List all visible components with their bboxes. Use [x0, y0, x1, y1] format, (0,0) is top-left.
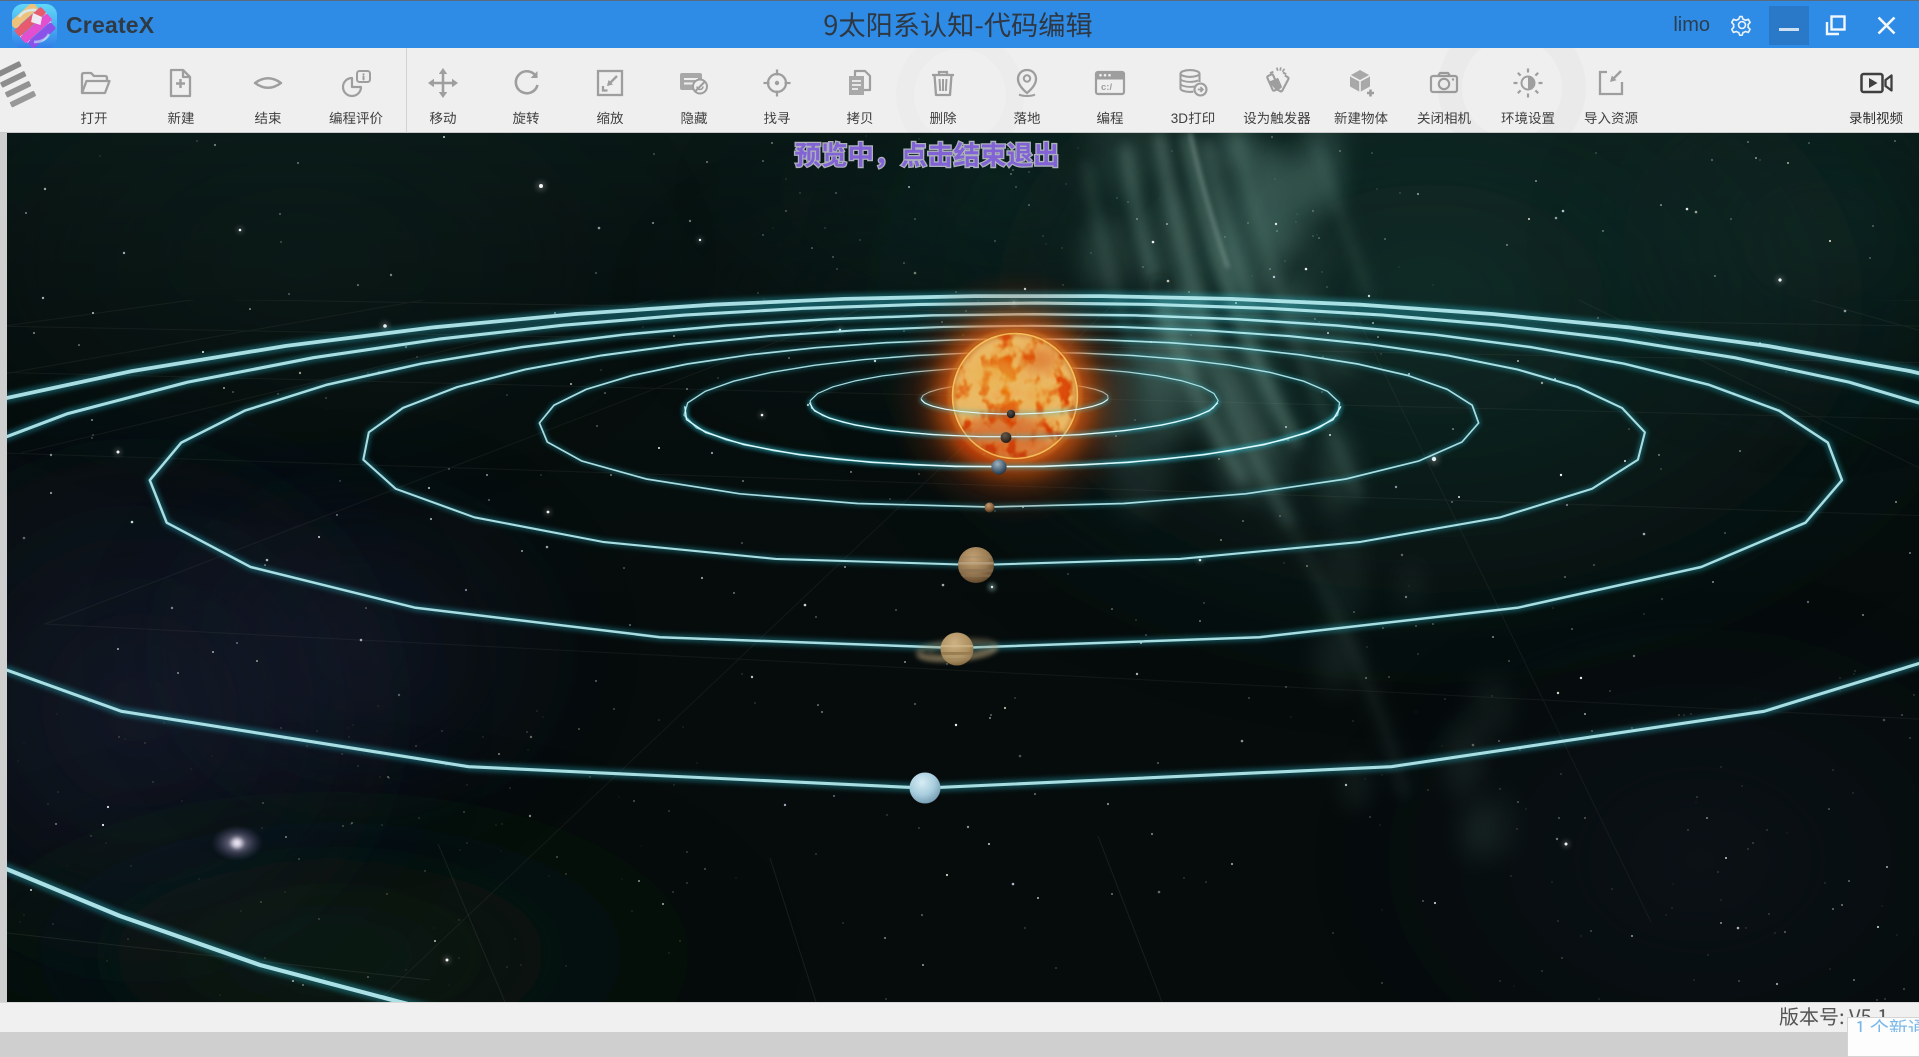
svg-text:3D: 3D: [1171, 111, 1189, 126]
svg-text:c:/: c:/: [1101, 82, 1112, 93]
